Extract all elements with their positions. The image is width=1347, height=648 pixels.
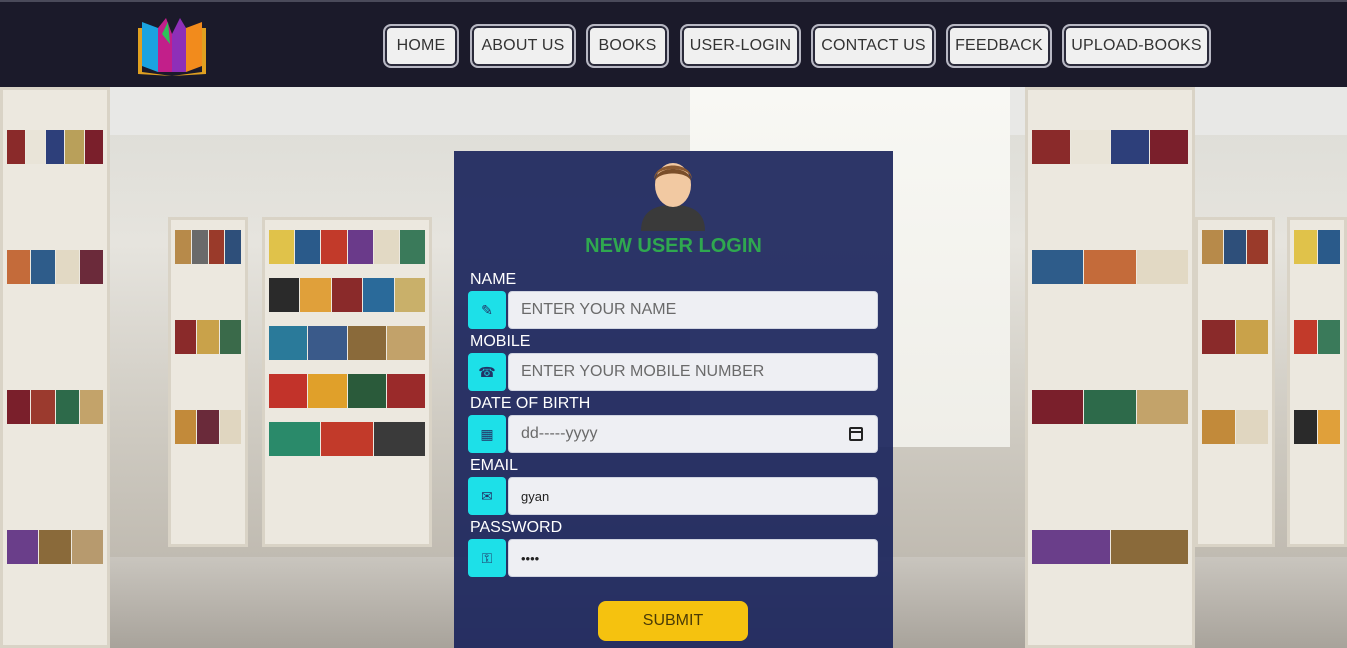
nav-upload-books-button[interactable]: UPLOAD-BOOKS: [1062, 24, 1211, 68]
nav-books-button[interactable]: BOOKS: [586, 24, 669, 68]
lock-icon: ⚿: [468, 539, 506, 577]
bookshelf-right-back: [1195, 217, 1275, 547]
books-logo-icon[interactable]: [136, 14, 208, 76]
nav-feedback-button[interactable]: FEEDBACK: [946, 24, 1052, 68]
password-input[interactable]: ••••: [508, 539, 878, 577]
calendar-icon: ▦: [468, 415, 506, 453]
mobile-input[interactable]: ENTER YOUR MOBILE NUMBER: [508, 353, 878, 391]
bookshelf-far-right: [1287, 217, 1347, 547]
name-label: NAME: [470, 271, 517, 288]
mobile-label: MOBILE: [470, 333, 531, 350]
password-label: PASSWORD: [470, 519, 563, 536]
bookshelf-left: [0, 87, 110, 648]
nav-user-login-button[interactable]: USER-LOGIN: [680, 24, 801, 68]
submit-button[interactable]: SUBMIT: [598, 601, 748, 641]
top-navbar: HOME ABOUT US BOOKS USER-LOGIN CONTACT U…: [0, 0, 1347, 87]
form-title: NEW USER LOGIN: [585, 235, 762, 257]
dob-placeholder: dd-----yyyy: [521, 425, 598, 442]
new-user-form-panel: NEW USER LOGIN NAME ✎ ENTER YOUR NAME MO…: [454, 151, 893, 648]
email-input[interactable]: gyan: [508, 477, 878, 515]
phone-icon: ☎: [468, 353, 506, 391]
envelope-icon: ✉: [468, 477, 506, 515]
dob-label: DATE OF BIRTH: [470, 395, 591, 412]
nav-home-button[interactable]: HOME: [383, 24, 459, 68]
nav-contact-us-button[interactable]: CONTACT US: [811, 24, 936, 68]
nav-about-us-button[interactable]: ABOUT US: [470, 24, 576, 68]
bookshelf-center-left: [262, 217, 432, 547]
user-avatar-icon: [641, 163, 705, 231]
bookshelf-right: [1025, 87, 1195, 648]
email-label: EMAIL: [470, 457, 519, 474]
bookshelf-left-back: [168, 217, 248, 547]
date-picker-icon[interactable]: [849, 427, 863, 441]
name-input[interactable]: ENTER YOUR NAME: [508, 291, 878, 329]
pencil-icon: ✎: [468, 291, 506, 329]
dob-input[interactable]: dd-----yyyy: [508, 415, 878, 453]
